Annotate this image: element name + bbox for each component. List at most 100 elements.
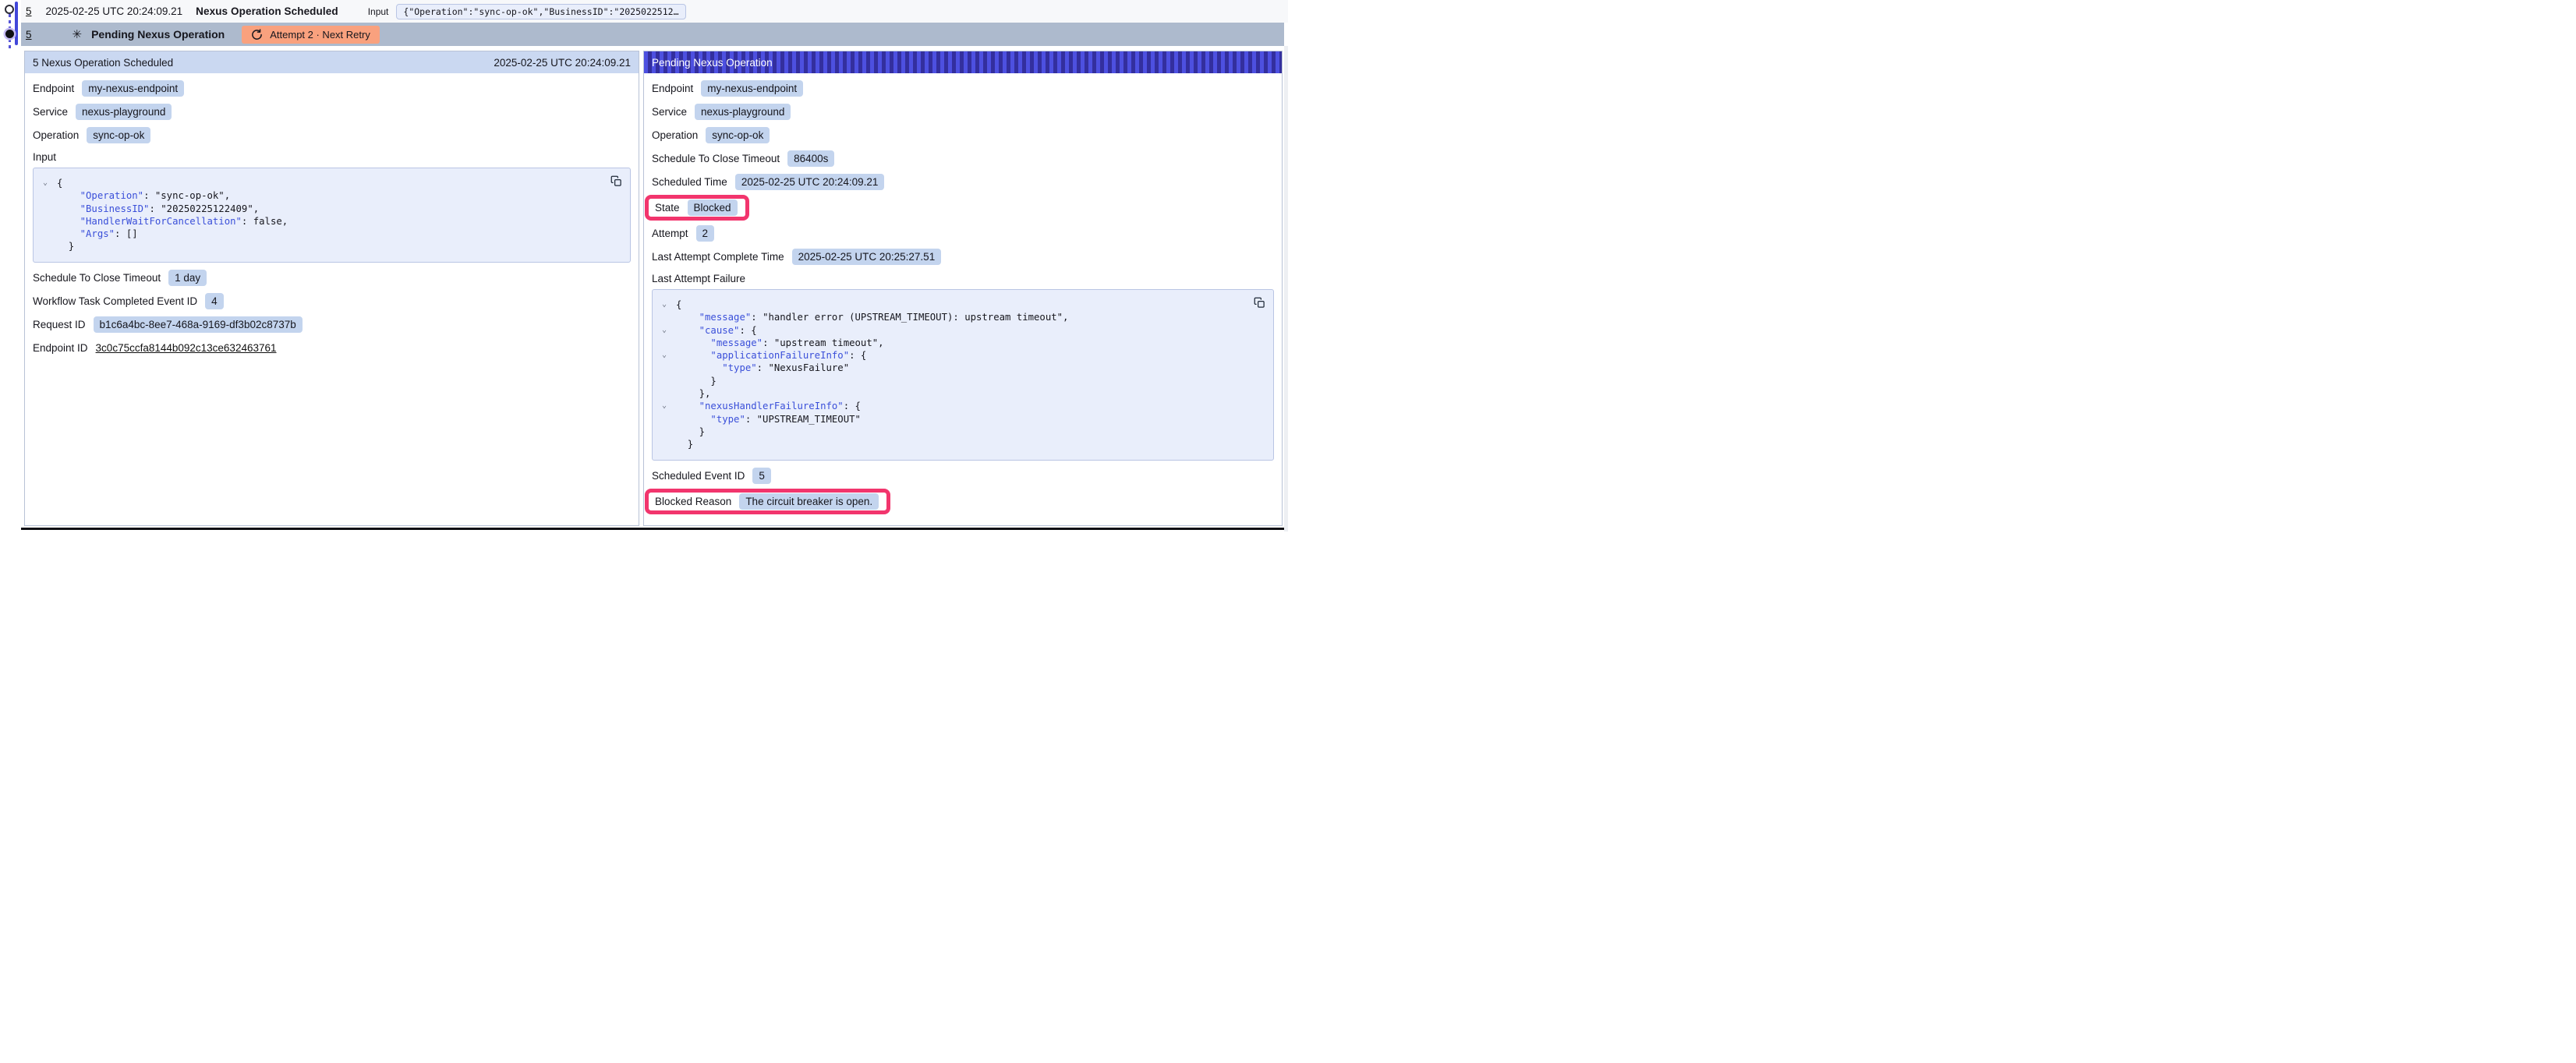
code-block-input: ⌄{ "Operation": "sync-op-ok", "BusinessI…	[33, 168, 631, 263]
field-row-endpoint: Endpoint my-nexus-endpoint	[33, 76, 631, 100]
code-line: "BusinessID": "20250225122409",	[34, 203, 602, 215]
field-label: Endpoint	[33, 83, 74, 94]
code-line: "HandlerWaitForCancellation": false,	[34, 215, 602, 228]
field-label: Service	[33, 106, 68, 118]
field-row-state: State Blocked	[652, 193, 1274, 221]
operation-value: sync-op-ok	[87, 127, 150, 143]
blocked-reason-value: The circuit breaker is open.	[739, 493, 879, 510]
field-label: State	[655, 202, 680, 214]
scrollbar-gutter[interactable]	[1284, 46, 1288, 532]
code-line: "Operation": "sync-op-ok",	[34, 189, 602, 202]
field-label: Schedule To Close Timeout	[33, 272, 161, 284]
retry-badge-label: Attempt 2 · Next Retry	[270, 29, 370, 41]
timeline-event-dot-icon	[5, 5, 14, 14]
code-line: }	[653, 438, 1245, 450]
endpoint-value: my-nexus-endpoint	[82, 80, 184, 97]
pending-panel-header: Pending Nexus Operation	[644, 51, 1282, 73]
request-id-value: b1c6a4bc-8ee7-468a-9169-df3b02c8737b	[94, 316, 303, 333]
collapse-chevron-icon[interactable]: ⌄	[662, 326, 671, 335]
field-row-operation: Operation sync-op-ok	[652, 123, 1274, 147]
input-label: Input	[368, 6, 389, 17]
workflow-task-completed-event-id-value: 4	[205, 293, 224, 309]
code-line: },	[653, 387, 1245, 400]
event-title: Nexus Operation Scheduled	[196, 5, 338, 17]
event-timestamp: 2025-02-25 UTC 20:24:09.21	[46, 5, 183, 17]
field-row-request-id: Request ID b1c6a4bc-8ee7-468a-9169-df3b02…	[33, 313, 631, 337]
field-row-scheduled-time: Scheduled Time2025-02-25 UTC 20:24:09.21	[652, 170, 1274, 193]
retry-icon	[251, 29, 263, 41]
field-label: Operation	[33, 129, 79, 141]
scheduled-event-panel: 5 Nexus Operation Scheduled 2025-02-25 U…	[24, 51, 639, 526]
event-timeline-gutter	[0, 0, 21, 532]
collapse-chevron-icon[interactable]: ⌄	[662, 401, 671, 411]
field-label: Endpoint ID	[33, 342, 88, 354]
field-label: Last Attempt Complete Time	[652, 251, 784, 263]
code-line: "Args": []	[34, 228, 602, 240]
scheduled-panel-title: 5 Nexus Operation Scheduled	[33, 57, 173, 69]
field-label: Operation	[652, 129, 698, 141]
service-value: nexus-playground	[695, 104, 791, 120]
retry-status-badge: Attempt 2 · Next Retry	[242, 26, 380, 44]
endpoint-id-value-link[interactable]: 3c0c75ccfa8144b092c13ce632463761	[96, 342, 277, 354]
last-attempt-complete-time-value: 2025-02-25 UTC 20:25:27.51	[792, 249, 942, 265]
field-label: Scheduled Time	[652, 176, 727, 188]
pending-row-title: Pending Nexus Operation	[91, 28, 225, 41]
expanded-row-bottom-border	[0, 528, 1284, 530]
field-row-schedule-to-close-timeout: Schedule To Close Timeout1 day	[33, 267, 631, 290]
code-line: "type": "NexusFailure"	[653, 362, 1245, 374]
timeline-selection-bar	[15, 2, 18, 45]
pending-nexus-operation-row[interactable]: 5 ✳ Pending Nexus Operation Attempt 2 · …	[21, 23, 1284, 46]
collapse-chevron-icon[interactable]: ⌄	[662, 351, 671, 360]
field-row-operation: Operation sync-op-ok	[33, 123, 631, 147]
field-row-schedule-to-close-timeout: Schedule To Close Timeout 86400s	[652, 147, 1274, 170]
schedule-to-close-timeout-value: 86400s	[787, 150, 834, 167]
field-row-service: Service nexus-playground	[33, 100, 631, 123]
scheduled-event-id-value: 5	[752, 468, 771, 484]
field-row-endpoint-id: Endpoint ID 3c0c75ccfa8144b092c13ce632463…	[33, 337, 631, 360]
copy-icon[interactable]	[1253, 297, 1265, 309]
pending-panel-body: Endpointmy-nexus-endpoint Service nexus-pl…	[644, 73, 1282, 516]
collapse-chevron-icon[interactable]: ⌄	[43, 178, 52, 188]
field-label: Workflow Task Completed Event ID	[33, 295, 197, 307]
field-label: Attempt	[652, 228, 688, 239]
scheduled-panel-header: 5 Nexus Operation Scheduled 2025-02-25 U…	[25, 51, 639, 73]
attempt-value: 2	[696, 225, 715, 242]
code-block-last-attempt-failure: ⌄{ "message": "handler error (UPSTREAM_T…	[652, 289, 1274, 461]
field-label: Request ID	[33, 319, 86, 330]
code-line: }	[34, 240, 602, 253]
scheduled-panel-timestamp: 2025-02-25 UTC 20:24:09.21	[494, 57, 631, 69]
event-detail-panels: 5 Nexus Operation Scheduled 2025-02-25 U…	[24, 51, 1283, 526]
state-value: Blocked	[688, 200, 738, 216]
field-label: Schedule To Close Timeout	[652, 153, 780, 164]
field-row-blocked-reason: Blocked Reason The circuit breaker is ope…	[652, 488, 1274, 516]
pending-panel-title: Pending Nexus Operation	[652, 57, 773, 69]
event-id-link[interactable]: 5	[26, 5, 32, 17]
pending-event-id-link[interactable]: 5	[26, 29, 32, 41]
code-line: ⌄ "cause": {	[653, 324, 1245, 337]
field-row-service: Service nexus-playground	[652, 100, 1274, 123]
copy-icon[interactable]	[610, 175, 622, 188]
field-label: Blocked Reason	[655, 496, 731, 507]
annotation-highlight-box: State Blocked	[645, 195, 749, 221]
code-line: ⌄{	[34, 177, 602, 189]
code-line: ⌄ "nexusHandlerFailureInfo": {	[653, 400, 1245, 412]
field-label: Service	[652, 106, 687, 118]
code-line: "type": "UPSTREAM_TIMEOUT"	[653, 413, 1245, 426]
code-line: }	[653, 375, 1245, 387]
annotation-highlight-box: Blocked Reason The circuit breaker is ope…	[645, 489, 890, 514]
timeline-pending-dot-icon	[5, 30, 14, 38]
input-preview-chip: {"Operation":"sync-op-ok","BusinessID":"…	[396, 4, 685, 19]
code-line: "message": "handler error (UPSTREAM_TIME…	[653, 311, 1245, 323]
service-value: nexus-playground	[76, 104, 172, 120]
field-row-last-attempt-complete-time: Last Attempt Complete Time 2025-02-25 UTC…	[652, 245, 1274, 268]
pending-operation-panel: Pending Nexus Operation Endpointmy-nexus…	[643, 51, 1283, 526]
operation-value: sync-op-ok	[706, 127, 770, 143]
code-line: "message": "upstream timeout",	[653, 337, 1245, 349]
section-label-last-attempt-failure: Last Attempt Failure	[652, 268, 1274, 288]
field-row-endpoint: Endpointmy-nexus-endpoint	[652, 76, 1274, 100]
code-line: ⌄{	[653, 298, 1245, 311]
event-history-row-scheduled[interactable]: 5 2025-02-25 UTC 20:24:09.21 Nexus Opera…	[21, 0, 1288, 23]
collapse-chevron-icon[interactable]: ⌄	[662, 300, 671, 309]
endpoint-value: my-nexus-endpoint	[701, 80, 803, 97]
field-label: Scheduled Event ID	[652, 470, 745, 482]
